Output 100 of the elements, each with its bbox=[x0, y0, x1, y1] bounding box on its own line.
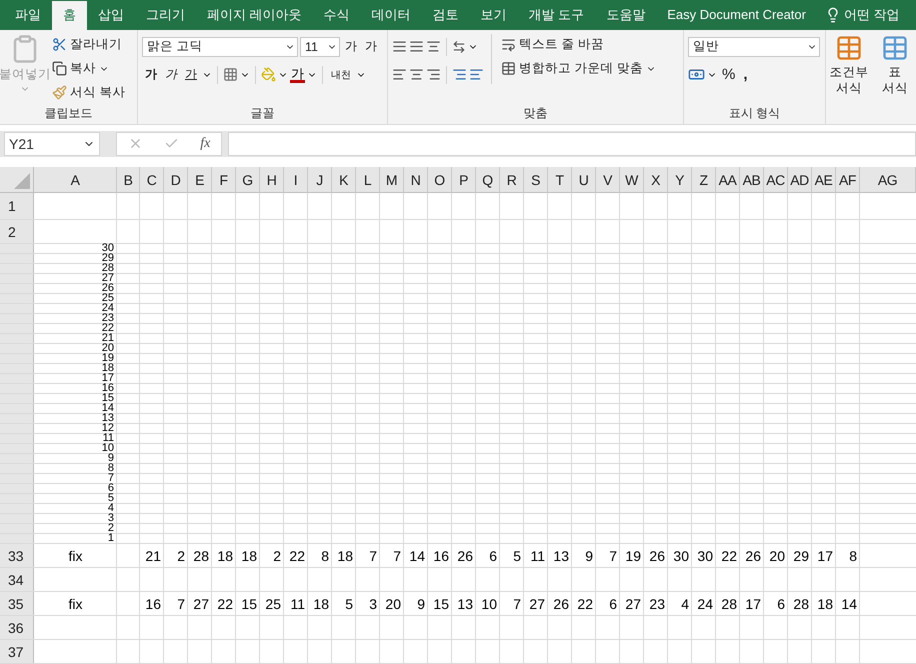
row-header[interactable] bbox=[0, 354, 34, 363]
row-header[interactable]: 37 bbox=[0, 640, 34, 663]
italic-button[interactable]: 가 bbox=[162, 66, 180, 84]
ribbon-tab[interactable]: 파일 bbox=[4, 0, 52, 30]
row-header[interactable] bbox=[0, 244, 34, 253]
row-header[interactable]: 36 bbox=[0, 616, 34, 639]
phonetic-button[interactable]: 내천 bbox=[328, 68, 354, 82]
column-header[interactable]: R bbox=[500, 167, 524, 193]
row-header[interactable] bbox=[0, 294, 34, 303]
column-header[interactable]: H bbox=[260, 167, 284, 193]
column-header[interactable]: C bbox=[140, 167, 164, 193]
row-header[interactable] bbox=[0, 534, 34, 543]
column-header[interactable]: G bbox=[236, 167, 260, 193]
column-header[interactable]: U bbox=[572, 167, 596, 193]
font-color-button[interactable]: 가 bbox=[290, 66, 305, 83]
column-header[interactable]: Q bbox=[476, 167, 500, 193]
ribbon-tab[interactable]: 페이지 레이아웃 bbox=[196, 0, 313, 30]
column-header[interactable]: F bbox=[212, 167, 236, 193]
column-header[interactable]: E bbox=[188, 167, 212, 193]
cut-button[interactable]: 잘라내기 bbox=[50, 34, 128, 56]
row-header[interactable] bbox=[0, 494, 34, 503]
row-header[interactable] bbox=[0, 264, 34, 273]
column-header[interactable]: AF bbox=[836, 167, 860, 193]
conditional-format-button[interactable]: 조건부 서식 bbox=[828, 34, 870, 124]
row-header[interactable] bbox=[0, 254, 34, 263]
row-header[interactable] bbox=[0, 274, 34, 283]
number-format-select[interactable]: 일반 bbox=[688, 36, 820, 57]
percent-button[interactable]: % bbox=[719, 66, 738, 84]
row-header[interactable] bbox=[0, 504, 34, 513]
column-header[interactable]: AA bbox=[716, 167, 740, 193]
row-header[interactable] bbox=[0, 414, 34, 423]
column-header[interactable]: T bbox=[548, 167, 572, 193]
shrink-font-button[interactable]: 가 bbox=[362, 38, 380, 56]
comma-button[interactable]: , bbox=[740, 66, 751, 84]
insert-function-button[interactable]: fx bbox=[200, 136, 210, 152]
row-header[interactable] bbox=[0, 394, 34, 403]
row-header[interactable] bbox=[0, 304, 34, 313]
row-header[interactable] bbox=[0, 524, 34, 533]
row-header[interactable] bbox=[0, 364, 34, 373]
row-header[interactable] bbox=[0, 444, 34, 453]
column-header[interactable]: A bbox=[34, 167, 117, 193]
column-header[interactable]: V bbox=[596, 167, 620, 193]
column-header[interactable]: AE bbox=[812, 167, 836, 193]
column-header[interactable]: L bbox=[356, 167, 380, 193]
format-painter-button[interactable]: 서식 복사 bbox=[50, 82, 128, 104]
ribbon-tab[interactable]: 보기 bbox=[470, 0, 518, 30]
ribbon-tab[interactable]: 검토 bbox=[422, 0, 470, 30]
ribbon-tab[interactable]: 개발 도구 bbox=[518, 0, 596, 30]
font-name-select[interactable]: 맑은 고딕 bbox=[142, 36, 298, 57]
row-header[interactable] bbox=[0, 374, 34, 383]
ribbon-tab[interactable]: 홈 bbox=[52, 1, 87, 30]
ribbon-tab[interactable]: Easy Document Creator bbox=[656, 0, 817, 30]
column-header[interactable]: AB bbox=[740, 167, 764, 193]
row-header[interactable] bbox=[0, 314, 34, 323]
row-header[interactable] bbox=[0, 484, 34, 493]
column-header[interactable]: M bbox=[380, 167, 404, 193]
column-header[interactable]: Y bbox=[668, 167, 692, 193]
wrap-text-button[interactable]: 텍스트 줄 바꿈 bbox=[499, 34, 658, 56]
column-header[interactable]: S bbox=[524, 167, 548, 193]
row-header[interactable] bbox=[0, 464, 34, 473]
column-header[interactable]: I bbox=[284, 167, 308, 193]
grow-font-button[interactable]: 가 bbox=[342, 38, 360, 56]
formula-input[interactable] bbox=[228, 132, 916, 156]
column-header[interactable]: W bbox=[620, 167, 644, 193]
row-header[interactable] bbox=[0, 434, 34, 443]
column-header[interactable]: B bbox=[117, 167, 140, 193]
ribbon-tab[interactable]: 도움말 bbox=[595, 0, 656, 30]
column-header[interactable]: AG bbox=[860, 167, 916, 193]
copy-button[interactable]: 복사 bbox=[50, 58, 128, 80]
row-header[interactable]: 35 bbox=[0, 592, 34, 615]
row-header[interactable]: 34 bbox=[0, 568, 34, 591]
column-header[interactable]: P bbox=[452, 167, 476, 193]
row-header[interactable] bbox=[0, 284, 34, 293]
row-header[interactable]: 2 bbox=[0, 220, 34, 243]
row-header[interactable] bbox=[0, 514, 34, 523]
font-size-select[interactable]: 11 bbox=[300, 36, 340, 57]
merge-center-button[interactable]: 병합하고 가운데 맞춤 bbox=[499, 58, 658, 80]
ribbon-tab[interactable]: 수식 bbox=[312, 0, 361, 30]
table-format-button[interactable]: 표 서식 bbox=[874, 34, 916, 124]
column-header[interactable]: AC bbox=[764, 167, 788, 193]
row-header[interactable] bbox=[0, 424, 34, 433]
underline-button[interactable]: 가 bbox=[182, 66, 200, 84]
row-header[interactable] bbox=[0, 454, 34, 463]
column-header[interactable]: N bbox=[404, 167, 428, 193]
tell-me-field[interactable]: 어떤 작업 bbox=[816, 0, 900, 30]
row-header[interactable] bbox=[0, 404, 34, 413]
column-header[interactable]: Z bbox=[692, 167, 716, 193]
column-header[interactable]: AD bbox=[788, 167, 812, 193]
column-header[interactable]: K bbox=[332, 167, 356, 193]
column-header[interactable]: D bbox=[164, 167, 188, 193]
bold-button[interactable]: 가 bbox=[142, 66, 160, 84]
column-header[interactable]: J bbox=[308, 167, 332, 193]
ribbon-tab[interactable]: 삽입 bbox=[87, 0, 135, 30]
select-all-button[interactable] bbox=[0, 167, 34, 193]
row-header[interactable] bbox=[0, 344, 34, 353]
row-header[interactable] bbox=[0, 384, 34, 393]
ribbon-tab[interactable]: 데이터 bbox=[360, 0, 422, 30]
row-header[interactable] bbox=[0, 474, 34, 483]
column-header[interactable]: O bbox=[428, 167, 452, 193]
row-header[interactable] bbox=[0, 334, 34, 343]
